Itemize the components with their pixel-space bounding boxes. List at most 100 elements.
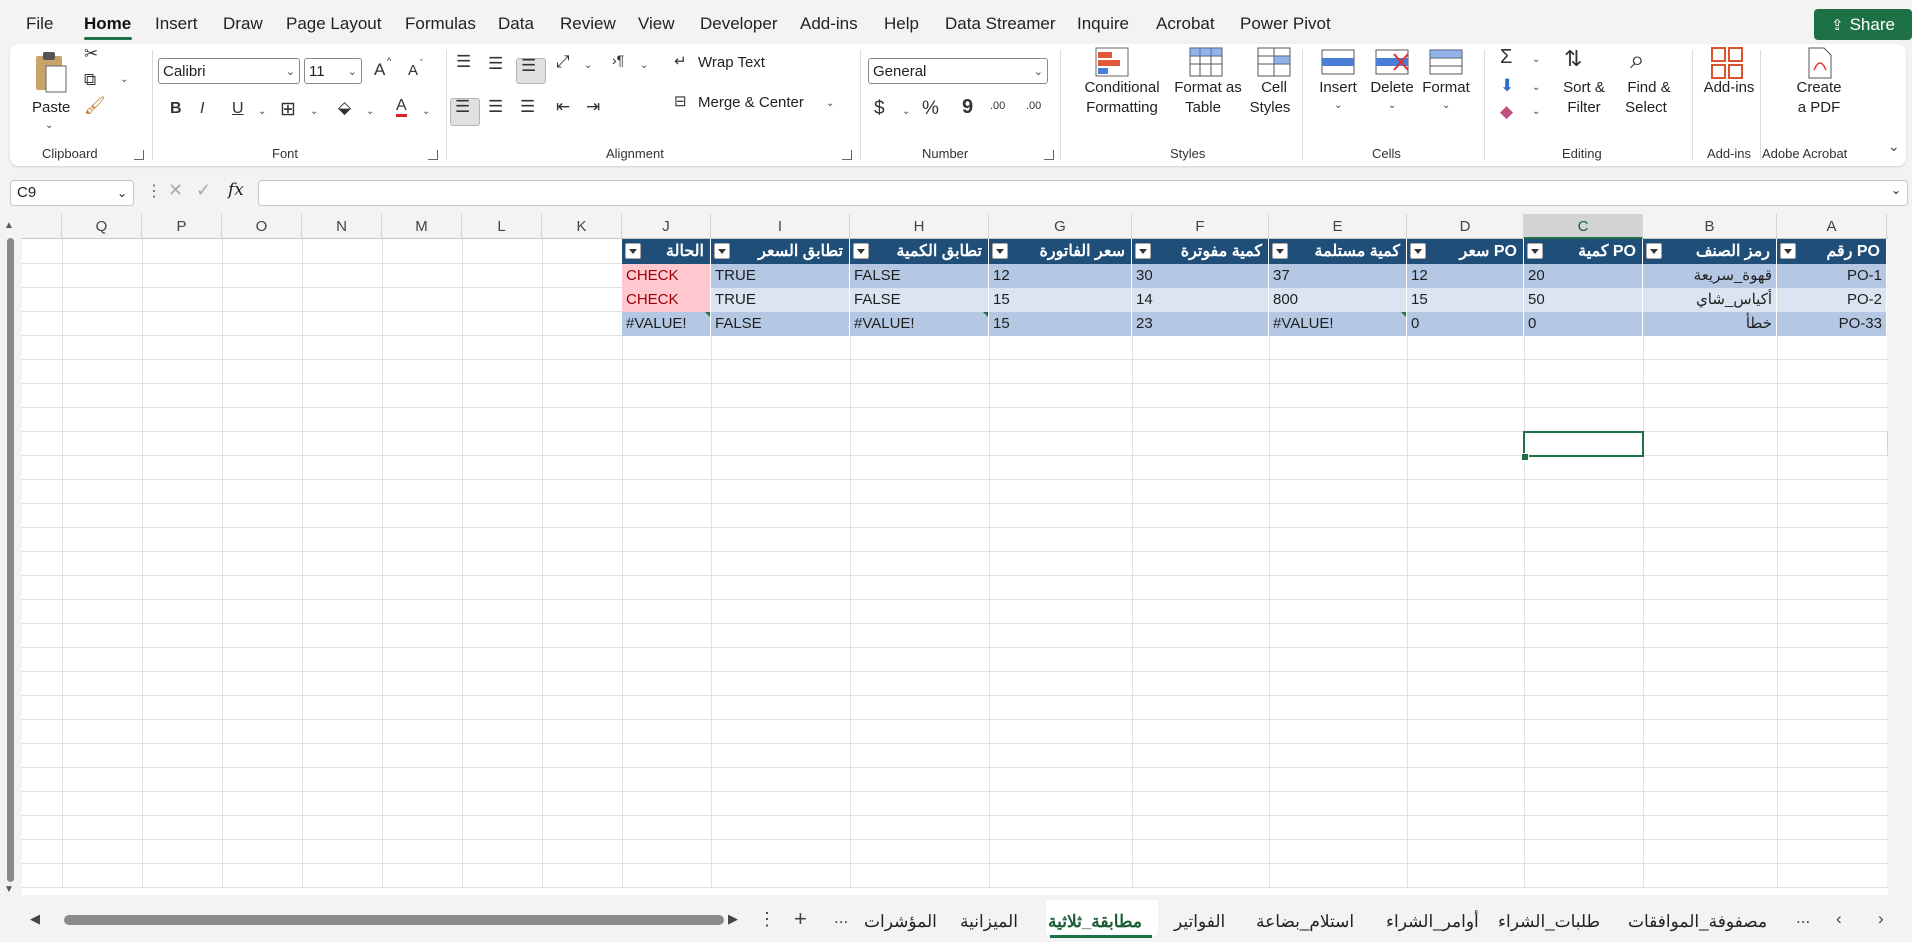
table-cell[interactable]: #VALUE! bbox=[1269, 312, 1407, 336]
find-select-label-2[interactable]: Select bbox=[1616, 98, 1676, 118]
font-name-combo[interactable]: Calibri ⌄ bbox=[158, 58, 300, 84]
horizontal-scroll-thumb[interactable] bbox=[64, 915, 724, 925]
column-header-n[interactable]: N bbox=[302, 214, 382, 239]
row-header-26[interactable]: 26 bbox=[1887, 840, 1888, 864]
column-header-q[interactable]: Q bbox=[62, 214, 142, 239]
table-header-cell[interactable]: سعر الفاتورة bbox=[989, 239, 1132, 264]
table-header-cell[interactable]: سعر PO bbox=[1407, 239, 1524, 264]
align-bottom-icon[interactable]: ☰ bbox=[521, 56, 536, 76]
more-tabs-left[interactable]: ... bbox=[834, 908, 848, 928]
table-cell[interactable]: PO-1 bbox=[1777, 264, 1887, 288]
row-header-20[interactable]: 20 bbox=[1887, 696, 1888, 720]
wrap-text-button[interactable]: Wrap Text bbox=[698, 54, 765, 71]
table-cell[interactable]: 23 bbox=[1132, 312, 1269, 336]
table-cell[interactable]: 14 bbox=[1132, 288, 1269, 312]
borders-icon[interactable]: ⊞ bbox=[280, 98, 296, 121]
clear-dropdown-icon[interactable]: ⌄ bbox=[1532, 106, 1540, 117]
table-cell[interactable]: 37 bbox=[1269, 264, 1407, 288]
more-tabs-right[interactable]: ... bbox=[1796, 908, 1810, 928]
bold-button[interactable]: B bbox=[170, 100, 182, 118]
cancel-icon[interactable]: ✕ bbox=[168, 180, 183, 201]
conditional-formatting-icon[interactable] bbox=[1094, 46, 1130, 78]
column-header-f[interactable]: F bbox=[1132, 214, 1269, 239]
orientation-dropdown-icon[interactable]: ⌄ bbox=[584, 60, 592, 71]
error-indicator-icon[interactable] bbox=[705, 312, 710, 317]
fill-dropdown-icon[interactable]: ⌄ bbox=[366, 106, 374, 117]
paste-dropdown-icon[interactable]: ⌄ bbox=[45, 120, 53, 131]
table-cell[interactable]: FALSE bbox=[850, 264, 989, 288]
cut-icon[interactable]: ✂ bbox=[84, 44, 98, 64]
row-header-27[interactable]: 27 bbox=[1887, 864, 1888, 888]
currency-dropdown-icon[interactable]: ⌄ bbox=[902, 106, 910, 117]
name-box[interactable]: C9 ⌄ bbox=[10, 180, 134, 206]
menu-add-ins[interactable]: Add-ins bbox=[800, 14, 858, 34]
orientation-icon[interactable]: ⤢ bbox=[556, 52, 570, 72]
vertical-scrollbar[interactable]: ▲ ▼ bbox=[4, 220, 16, 896]
row-header-14[interactable]: 14 bbox=[1887, 552, 1888, 576]
insert-button[interactable]: Insert bbox=[1310, 78, 1366, 98]
table-cell[interactable]: PO-2 bbox=[1777, 288, 1887, 312]
fill-color-icon[interactable]: ⬙ bbox=[338, 98, 351, 118]
row-header-18[interactable]: 18 bbox=[1887, 648, 1888, 672]
find-select-icon[interactable]: ⌕ bbox=[1630, 44, 1645, 76]
menu-data-streamer[interactable]: Data Streamer bbox=[945, 14, 1056, 34]
clipboard-launcher-icon[interactable] bbox=[134, 150, 144, 160]
cell-styles-button[interactable]: Cell bbox=[1246, 78, 1302, 98]
expand-formula-icon[interactable]: ⌄ bbox=[1891, 183, 1901, 197]
insert-function-button[interactable]: fx bbox=[228, 180, 244, 200]
grow-font-icon[interactable]: A bbox=[374, 60, 385, 80]
worksheet-grid[interactable]: ABCDEFGHIJKLMNOPQ12345678910111213141516… bbox=[22, 214, 1888, 895]
autosum-dropdown-icon[interactable]: ⌄ bbox=[1532, 54, 1540, 65]
fill-dropdown-icon[interactable]: ⌄ bbox=[1532, 82, 1540, 93]
number-format-combo[interactable]: General ⌄ bbox=[868, 58, 1048, 84]
format-button[interactable]: Format bbox=[1418, 78, 1474, 98]
menu-data[interactable]: Data bbox=[498, 14, 534, 34]
underline-dropdown-icon[interactable]: ⌄ bbox=[258, 106, 266, 117]
sheet-tab-goods-receipt[interactable]: استلام_بضاعة bbox=[1256, 912, 1354, 932]
filter-dropdown-icon[interactable] bbox=[1410, 243, 1426, 259]
sort-filter-button[interactable]: Sort & bbox=[1554, 78, 1614, 98]
row-header-23[interactable]: 23 bbox=[1887, 768, 1888, 792]
table-cell[interactable]: قهوة_سريعة bbox=[1643, 264, 1777, 288]
align-center-icon[interactable]: ☰ bbox=[488, 97, 503, 117]
insert-dropdown-icon[interactable]: ⌄ bbox=[1334, 100, 1342, 111]
menu-review[interactable]: Review bbox=[560, 14, 616, 34]
cell-styles-label-2[interactable]: Styles bbox=[1238, 98, 1302, 118]
row-header-1[interactable]: 1 bbox=[1887, 239, 1888, 264]
format-cells-icon[interactable] bbox=[1426, 46, 1466, 78]
row-header-9[interactable]: 9 bbox=[1887, 432, 1888, 456]
column-header-c[interactable]: C bbox=[1524, 214, 1643, 239]
share-button[interactable]: ⇪ Share bbox=[1814, 9, 1912, 40]
column-header-d[interactable]: D bbox=[1407, 214, 1524, 239]
menu-page-layout[interactable]: Page Layout bbox=[286, 14, 381, 34]
merge-dropdown-icon[interactable]: ⌄ bbox=[826, 98, 834, 109]
table-header-cell[interactable]: تطابق الكمية bbox=[850, 239, 989, 264]
collapse-ribbon-icon[interactable]: ⌄ bbox=[1888, 138, 1900, 155]
filter-dropdown-icon[interactable] bbox=[625, 243, 641, 259]
row-header-7[interactable]: 7 bbox=[1887, 384, 1888, 408]
more-options-icon[interactable]: ⋮ bbox=[146, 181, 162, 201]
add-ins-button[interactable]: Add-ins bbox=[1698, 78, 1760, 98]
sheet-tab-budget[interactable]: الميزانية bbox=[960, 912, 1018, 932]
merge-center-icon[interactable]: ⊟ bbox=[674, 92, 687, 110]
tab-scroll-next-icon[interactable]: › bbox=[1878, 909, 1884, 929]
font-launcher-icon[interactable] bbox=[428, 150, 438, 160]
add-ins-icon[interactable] bbox=[1710, 46, 1744, 80]
table-header-cell[interactable]: رمز الصنف bbox=[1643, 239, 1777, 264]
underline-button[interactable]: U bbox=[232, 100, 244, 118]
menu-home[interactable]: Home bbox=[84, 14, 131, 34]
create-pdf-icon[interactable] bbox=[1806, 46, 1834, 80]
filter-dropdown-icon[interactable] bbox=[1780, 243, 1796, 259]
row-header-16[interactable]: 16 bbox=[1887, 600, 1888, 624]
column-header-j[interactable]: J bbox=[622, 214, 711, 239]
sheet-tab-three-way-match[interactable]: مطابقة_ثلاثية bbox=[1048, 912, 1142, 932]
row-header-24[interactable]: 24 bbox=[1887, 792, 1888, 816]
row-header-8[interactable]: 8 bbox=[1887, 408, 1888, 432]
filter-dropdown-icon[interactable] bbox=[1646, 243, 1662, 259]
column-header-i[interactable]: I bbox=[711, 214, 850, 239]
align-top-icon[interactable]: ☰ bbox=[456, 52, 471, 72]
comma-style-button[interactable]: 9 bbox=[962, 96, 973, 119]
table-header-cell[interactable]: الحالة bbox=[622, 239, 711, 264]
table-cell[interactable]: TRUE bbox=[711, 288, 850, 312]
table-cell[interactable]: CHECK bbox=[622, 288, 711, 312]
